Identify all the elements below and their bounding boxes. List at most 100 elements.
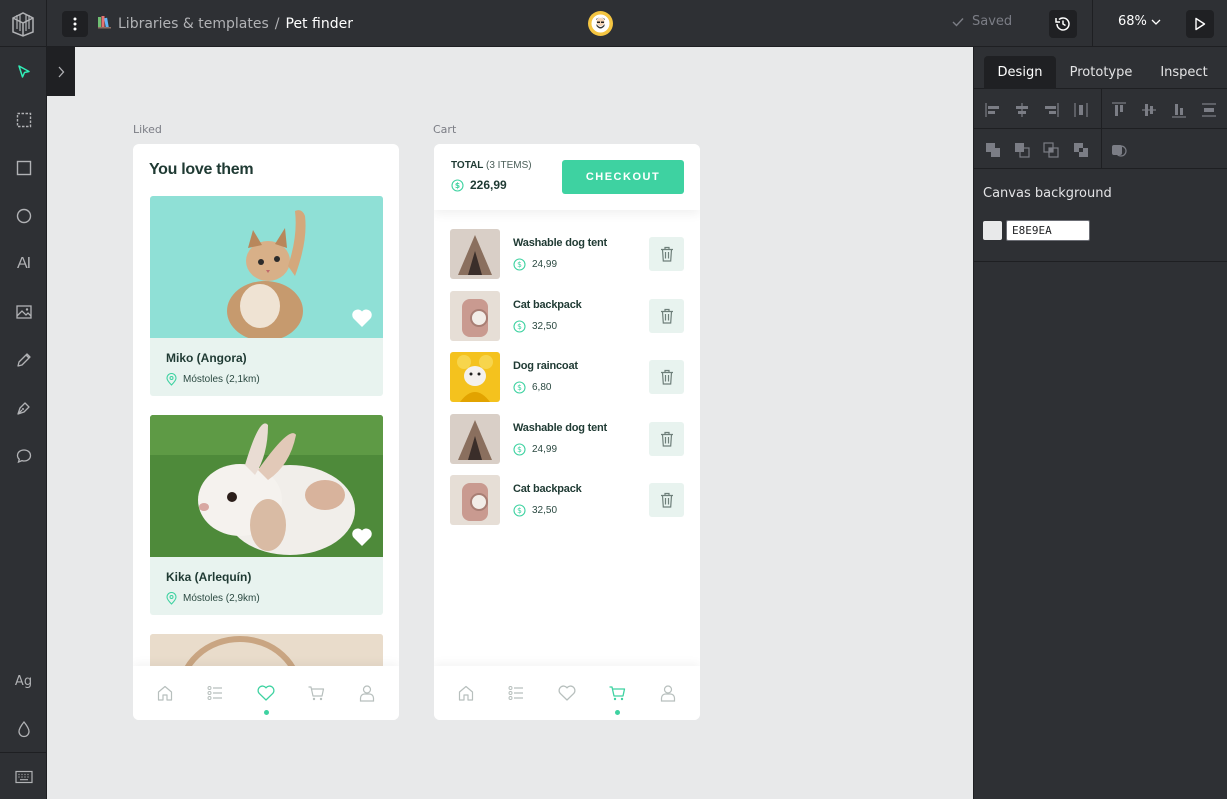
logo-icon [12, 11, 34, 37]
canvas-color-input[interactable]: E8E9EA [1006, 220, 1090, 241]
nav-list[interactable] [506, 683, 526, 703]
nav-list[interactable] [205, 683, 225, 703]
cart-board[interactable]: TOTAL (3 ITEMS) $ 226,99 CHECKOUT Washab… [434, 144, 700, 720]
user-icon [359, 685, 375, 702]
item-price-value: 24,99 [532, 259, 558, 270]
nav-favorites[interactable] [557, 683, 577, 703]
cart-item[interactable]: Dog raincoat $ 6,80 [450, 352, 684, 402]
total-label: TOTAL (3 ITEMS) [451, 160, 532, 171]
tab-design[interactable]: Design [984, 56, 1056, 89]
tab-prototype[interactable]: Prototype [1064, 56, 1138, 89]
rectangle-tool[interactable] [0, 144, 47, 192]
canvas-color-swatch[interactable] [983, 221, 1002, 240]
pen-icon [16, 402, 30, 415]
nav-cart[interactable] [306, 683, 326, 703]
board-label-cart[interactable]: Cart [433, 123, 456, 136]
breadcrumb: Libraries & templates / Pet finder [97, 14, 353, 33]
tab-inspect[interactable]: Inspect [1152, 56, 1216, 89]
cart-item[interactable]: Cat backpack $ 32,50 [450, 291, 684, 341]
item-name: Cat backpack [513, 483, 582, 495]
view-mode-button[interactable] [1186, 10, 1214, 38]
bool-difference-icon[interactable] [1013, 141, 1031, 159]
zoom-value: 68% [1118, 14, 1147, 29]
heart-icon[interactable] [351, 308, 373, 328]
list-icon [508, 686, 523, 700]
remove-item-button[interactable] [649, 237, 684, 271]
pet-name: Miko (Angora) [166, 351, 247, 365]
align-bottom-icon[interactable] [1170, 101, 1188, 119]
pencil-icon [16, 353, 31, 367]
typography-label: Ag [14, 673, 33, 689]
bool-intersection-icon[interactable] [1042, 141, 1060, 159]
move-tool[interactable] [0, 48, 47, 96]
ellipse-icon [16, 208, 31, 224]
board-tool[interactable] [0, 96, 47, 144]
cart-item[interactable]: Washable dog tent $ 24,99 [450, 414, 684, 464]
nav-home[interactable] [155, 683, 175, 703]
align-top-icon[interactable] [1110, 101, 1128, 119]
distribute-h-icon[interactable] [1072, 101, 1090, 119]
flatten-icon[interactable] [1110, 141, 1128, 159]
product-thumb-backpack [450, 475, 500, 525]
main-menu-button[interactable] [62, 11, 88, 37]
heart-outline-icon [257, 685, 275, 701]
history-icon [1055, 17, 1070, 31]
typography-tool[interactable]: Ag [0, 657, 47, 705]
breadcrumb-project[interactable]: Libraries & templates [118, 16, 269, 32]
remove-item-button[interactable] [649, 483, 684, 517]
image-tool[interactable] [0, 288, 47, 336]
shortcuts-button[interactable] [0, 753, 47, 799]
nav-profile[interactable] [357, 683, 377, 703]
text-tool-label: AI [16, 255, 31, 272]
product-thumb-tent [450, 229, 500, 279]
board-label-liked[interactable]: Liked [133, 123, 162, 136]
bool-union-icon[interactable] [984, 141, 1002, 159]
cart-icon [308, 686, 325, 701]
play-icon [1195, 17, 1206, 31]
text-tool[interactable]: AI [0, 240, 47, 288]
boolean-divider [1101, 129, 1102, 169]
comments-tool[interactable] [0, 432, 47, 480]
align-right-icon[interactable] [1042, 101, 1060, 119]
pointer-icon [17, 65, 30, 78]
avatar-face-icon [591, 14, 610, 33]
active-indicator [615, 710, 620, 715]
distribute-v-icon[interactable] [1200, 101, 1218, 119]
path-tool[interactable] [0, 384, 47, 432]
pet-card[interactable]: Kika (Arlequín) Móstoles (2,9km) [150, 415, 383, 615]
expand-layers-button[interactable] [47, 47, 75, 96]
pet-photo-cat [150, 196, 383, 341]
align-toolbar [974, 89, 1227, 129]
zoom-selector[interactable]: 68% [1118, 14, 1161, 29]
align-center-h-icon[interactable] [1013, 101, 1031, 119]
saved-status: Saved [952, 14, 1012, 29]
nav-home[interactable] [456, 683, 476, 703]
list-icon [207, 686, 222, 700]
cart-item[interactable]: Cat backpack $ 32,50 [450, 475, 684, 525]
remove-item-button[interactable] [649, 360, 684, 394]
penpot-logo[interactable] [0, 0, 47, 47]
nav-cart[interactable] [607, 683, 627, 703]
trash-icon [660, 492, 673, 508]
cart-item[interactable]: Washable dog tent $ 24,99 [450, 229, 684, 279]
liked-board[interactable]: You love them Miko (Angora) Móstoles (2,… [133, 144, 399, 720]
curve-tool[interactable] [0, 336, 47, 384]
checkout-button[interactable]: CHECKOUT [562, 160, 684, 194]
nav-profile[interactable] [658, 683, 678, 703]
align-left-icon[interactable] [984, 101, 1002, 119]
bool-exclude-icon[interactable] [1072, 141, 1090, 159]
align-center-v-icon[interactable] [1140, 101, 1158, 119]
svg-text:$: $ [517, 506, 522, 515]
trash-icon [660, 431, 673, 447]
user-avatar[interactable] [588, 11, 613, 36]
pet-card[interactable]: Miko (Angora) Móstoles (2,1km) [150, 196, 383, 396]
remove-item-button[interactable] [649, 422, 684, 456]
remove-item-button[interactable] [649, 299, 684, 333]
color-palette-tool[interactable] [0, 705, 47, 753]
ellipse-tool[interactable] [0, 192, 47, 240]
history-button[interactable] [1049, 10, 1077, 38]
item-price-value: 32,50 [532, 505, 558, 516]
breadcrumb-file[interactable]: Pet finder [286, 16, 353, 32]
heart-icon[interactable] [351, 527, 373, 547]
nav-favorites[interactable] [256, 683, 276, 703]
